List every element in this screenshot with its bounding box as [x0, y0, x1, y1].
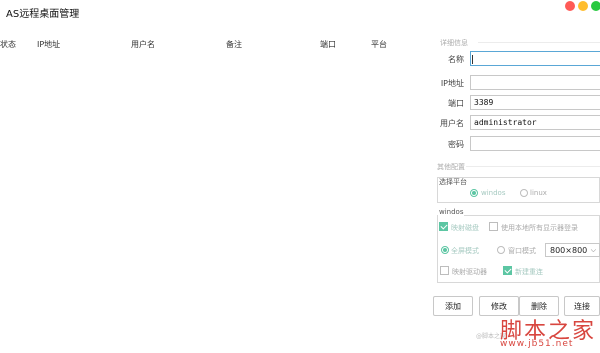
- map-disk-checkbox[interactable]: [439, 222, 448, 231]
- column-header-username[interactable]: 用户名: [131, 39, 155, 50]
- map-disk-label[interactable]: 映射磁盘: [451, 223, 479, 233]
- column-header-platform[interactable]: 平台: [371, 39, 387, 50]
- text-caret: [472, 55, 473, 64]
- platform-linux-radio[interactable]: [520, 189, 528, 197]
- resolution-select[interactable]: 800×800 ⌵: [545, 243, 600, 257]
- add-button[interactable]: 添加: [433, 296, 473, 316]
- ip-label: IP地址: [440, 79, 464, 88]
- resolution-value: 800×800: [550, 246, 588, 255]
- platform-windos-label[interactable]: windos: [481, 189, 505, 197]
- column-header-status[interactable]: 状态: [0, 39, 16, 50]
- maximize-window-button[interactable]: [591, 1, 600, 11]
- name-input[interactable]: [470, 51, 600, 66]
- column-header-remark[interactable]: 备注: [226, 39, 242, 50]
- port-label: 端口: [448, 99, 464, 108]
- username-label: 用户名: [440, 119, 464, 128]
- port-input[interactable]: [470, 95, 600, 110]
- other-config-group-title: 其他配置: [437, 163, 465, 171]
- close-window-button[interactable]: [565, 1, 575, 11]
- group-divider: [466, 166, 600, 167]
- window-mode-label[interactable]: 窗口模式: [508, 246, 536, 256]
- fullscreen-label[interactable]: 全屏模式: [451, 246, 479, 256]
- fullscreen-radio[interactable]: [441, 246, 449, 254]
- new-reconnect-checkbox[interactable]: [503, 266, 512, 275]
- app-title: AS远程桌面管理: [6, 9, 80, 20]
- windos-group-title: windos: [438, 208, 465, 216]
- password-input[interactable]: [470, 136, 600, 151]
- watermark-url: www.jb51.net: [500, 339, 574, 349]
- password-label: 密码: [448, 140, 464, 149]
- username-input[interactable]: [470, 115, 600, 130]
- all-monitors-label[interactable]: 使用本地所有显示器登录: [501, 223, 578, 233]
- new-reconnect-label[interactable]: 新建重连: [515, 267, 543, 277]
- map-drive-checkbox[interactable]: [440, 266, 449, 275]
- group-divider: [478, 42, 600, 43]
- platform-windos-radio[interactable]: [470, 189, 478, 197]
- ip-input[interactable]: [470, 75, 600, 90]
- minimize-window-button[interactable]: [578, 1, 588, 11]
- platform-linux-label[interactable]: linux: [530, 189, 547, 197]
- column-header-ip[interactable]: IP地址: [37, 39, 60, 50]
- all-monitors-checkbox[interactable]: [489, 222, 498, 231]
- column-header-port[interactable]: 端口: [320, 39, 336, 50]
- platform-label: 选择平台: [439, 178, 467, 186]
- details-group-title: 详细信息: [440, 39, 468, 47]
- chevron-down-icon: ⌵: [590, 246, 596, 254]
- name-label: 名称: [448, 55, 464, 64]
- map-drive-label[interactable]: 映射驱动器: [452, 267, 487, 277]
- window-mode-radio[interactable]: [497, 246, 505, 254]
